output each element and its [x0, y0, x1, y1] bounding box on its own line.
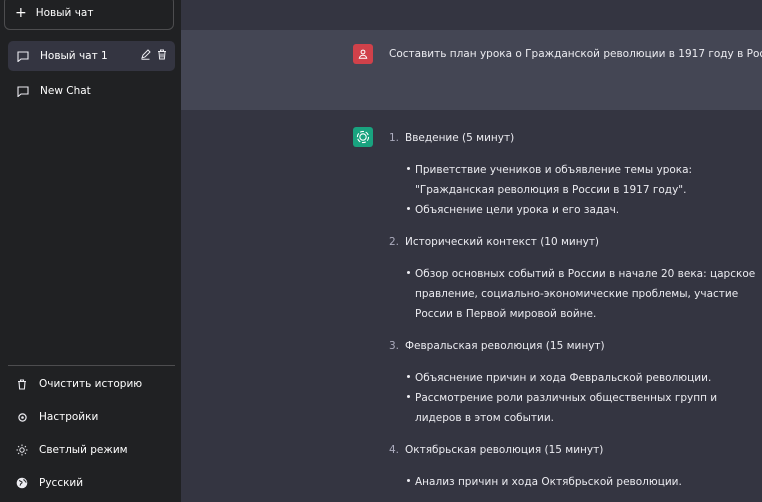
edit-icon[interactable]	[140, 49, 151, 63]
bullet-list: Анализ причин и хода Октябрьской революц…	[389, 472, 761, 492]
chat-bubble-icon	[17, 51, 29, 62]
clear-history-button[interactable]: Очистить историю	[8, 369, 175, 399]
language-label: Русский	[39, 477, 84, 489]
list-item: Обзор основных событий в России в начале…	[407, 264, 761, 324]
sidebar: + Новый чат Новый чат 1 New Chat Очистит…	[0, 0, 181, 502]
user-message-row: Составить план урока о Гражданской револ…	[181, 30, 762, 110]
section-title: Введение (5 минут)	[405, 132, 515, 144]
chat-area: Составить план урока о Гражданской револ…	[181, 0, 762, 502]
bullet-list: Обзор основных событий в России в начале…	[389, 264, 761, 324]
clear-history-label: Очистить историю	[39, 378, 143, 390]
sun-icon	[16, 444, 28, 456]
bullet-list: Приветствие учеников и объявление темы у…	[389, 160, 761, 220]
new-chat-button[interactable]: + Новый чат	[4, 0, 174, 30]
user-avatar-icon	[353, 44, 373, 64]
list-item: Приветствие учеников и объявление темы у…	[407, 160, 761, 200]
globe-icon	[16, 477, 28, 489]
section-title: Февральская революция (15 минут)	[405, 340, 605, 352]
plus-icon: +	[15, 5, 27, 21]
settings-button[interactable]: Настройки	[8, 402, 175, 432]
chat-item-2[interactable]: New Chat	[8, 76, 175, 106]
answer-section-heading: 2. Исторический контекст (10 минут)	[389, 232, 761, 252]
chat-bubble-icon	[17, 86, 29, 97]
chat-item-1[interactable]: Новый чат 1	[8, 41, 175, 71]
assistant-logo-icon	[353, 127, 373, 147]
gear-icon	[16, 411, 28, 423]
settings-label: Настройки	[39, 411, 99, 423]
answer-section-heading: 3. Февральская революция (15 минут)	[389, 336, 761, 356]
bullet-list: Объяснение причин и хода Февральской рев…	[389, 368, 761, 428]
list-item: Рассмотрение роли различных общественных…	[407, 388, 761, 428]
section-title: Октябрьская революция (15 минут)	[405, 444, 604, 456]
answer-section-heading: 1. Введение (5 минут)	[389, 128, 761, 148]
list-item: Объяснение причин и хода Февральской рев…	[407, 368, 761, 388]
trash-icon	[16, 378, 28, 390]
trash-icon[interactable]	[157, 49, 167, 63]
light-mode-button[interactable]: Светлый режим	[8, 435, 175, 465]
sidebar-divider	[8, 365, 175, 366]
list-item: Объяснение цели урока и его задач.	[407, 200, 761, 220]
assistant-message-content: 1. Введение (5 минут) Приветствие учеников…	[389, 128, 761, 502]
language-button[interactable]: Русский	[8, 468, 175, 498]
section-number: 4.	[389, 444, 400, 456]
section-number: 3.	[389, 340, 400, 352]
list-item: Анализ причин и хода Октябрьской революц…	[407, 472, 761, 492]
section-number: 2.	[389, 236, 400, 248]
assistant-message-row: 1. Введение (5 минут) Приветствие учеников…	[181, 110, 762, 502]
top-bar	[181, 0, 762, 30]
user-message-text: Составить план урока о Гражданской револ…	[389, 48, 762, 60]
chat-item-label: Новый чат 1	[40, 50, 108, 62]
chat-item-label: New Chat	[40, 85, 91, 97]
section-title: Исторический контекст (10 минут)	[405, 236, 600, 248]
section-number: 1.	[389, 132, 400, 144]
light-mode-label: Светлый режим	[39, 444, 128, 456]
answer-section-heading: 4. Октябрьская революция (15 минут)	[389, 440, 761, 460]
new-chat-label: Новый чат	[35, 7, 94, 19]
